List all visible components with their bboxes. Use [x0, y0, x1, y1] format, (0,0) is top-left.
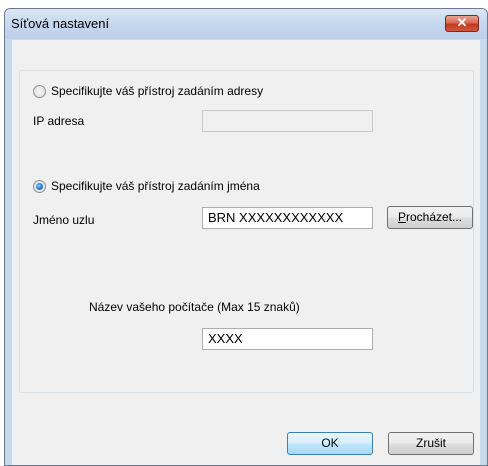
cancel-button[interactable]: Zrušit — [388, 432, 474, 455]
address-radio-label[interactable]: Specifikujte váš přístroj zadáním adresy — [51, 84, 263, 98]
address-radio[interactable] — [33, 85, 46, 98]
window-title: Síťová nastavení — [11, 16, 110, 31]
browse-label: rocházet... — [405, 210, 463, 224]
dialog-client-area: Specifikujte váš přístroj zadáním adresy… — [12, 40, 480, 465]
ok-button[interactable]: OK — [287, 432, 373, 455]
name-radio[interactable] — [33, 180, 46, 193]
browse-mnemonic: P — [397, 210, 406, 224]
node-name-input[interactable]: BRN XXXXXXXXXXXX — [202, 207, 373, 229]
node-name-label: Jméno uzlu — [33, 213, 95, 227]
ip-address-label: IP adresa — [33, 114, 85, 128]
computer-name-label: Název vašeho počítače (Max 15 znaků) — [89, 300, 300, 314]
title-bar[interactable]: Síťová nastavení ✕ — [5, 9, 487, 39]
close-button[interactable]: ✕ — [445, 15, 479, 32]
computer-name-input[interactable]: XXXX — [202, 328, 373, 350]
browse-button[interactable]: Procházet... — [387, 206, 473, 229]
close-icon: ✕ — [456, 15, 468, 30]
ip-address-input[interactable] — [202, 110, 373, 132]
name-radio-label[interactable]: Specifikujte váš přístroj zadáním jména — [51, 179, 260, 193]
dialog-window: Síťová nastavení ✕ Specifikujte váš přís… — [4, 8, 488, 466]
